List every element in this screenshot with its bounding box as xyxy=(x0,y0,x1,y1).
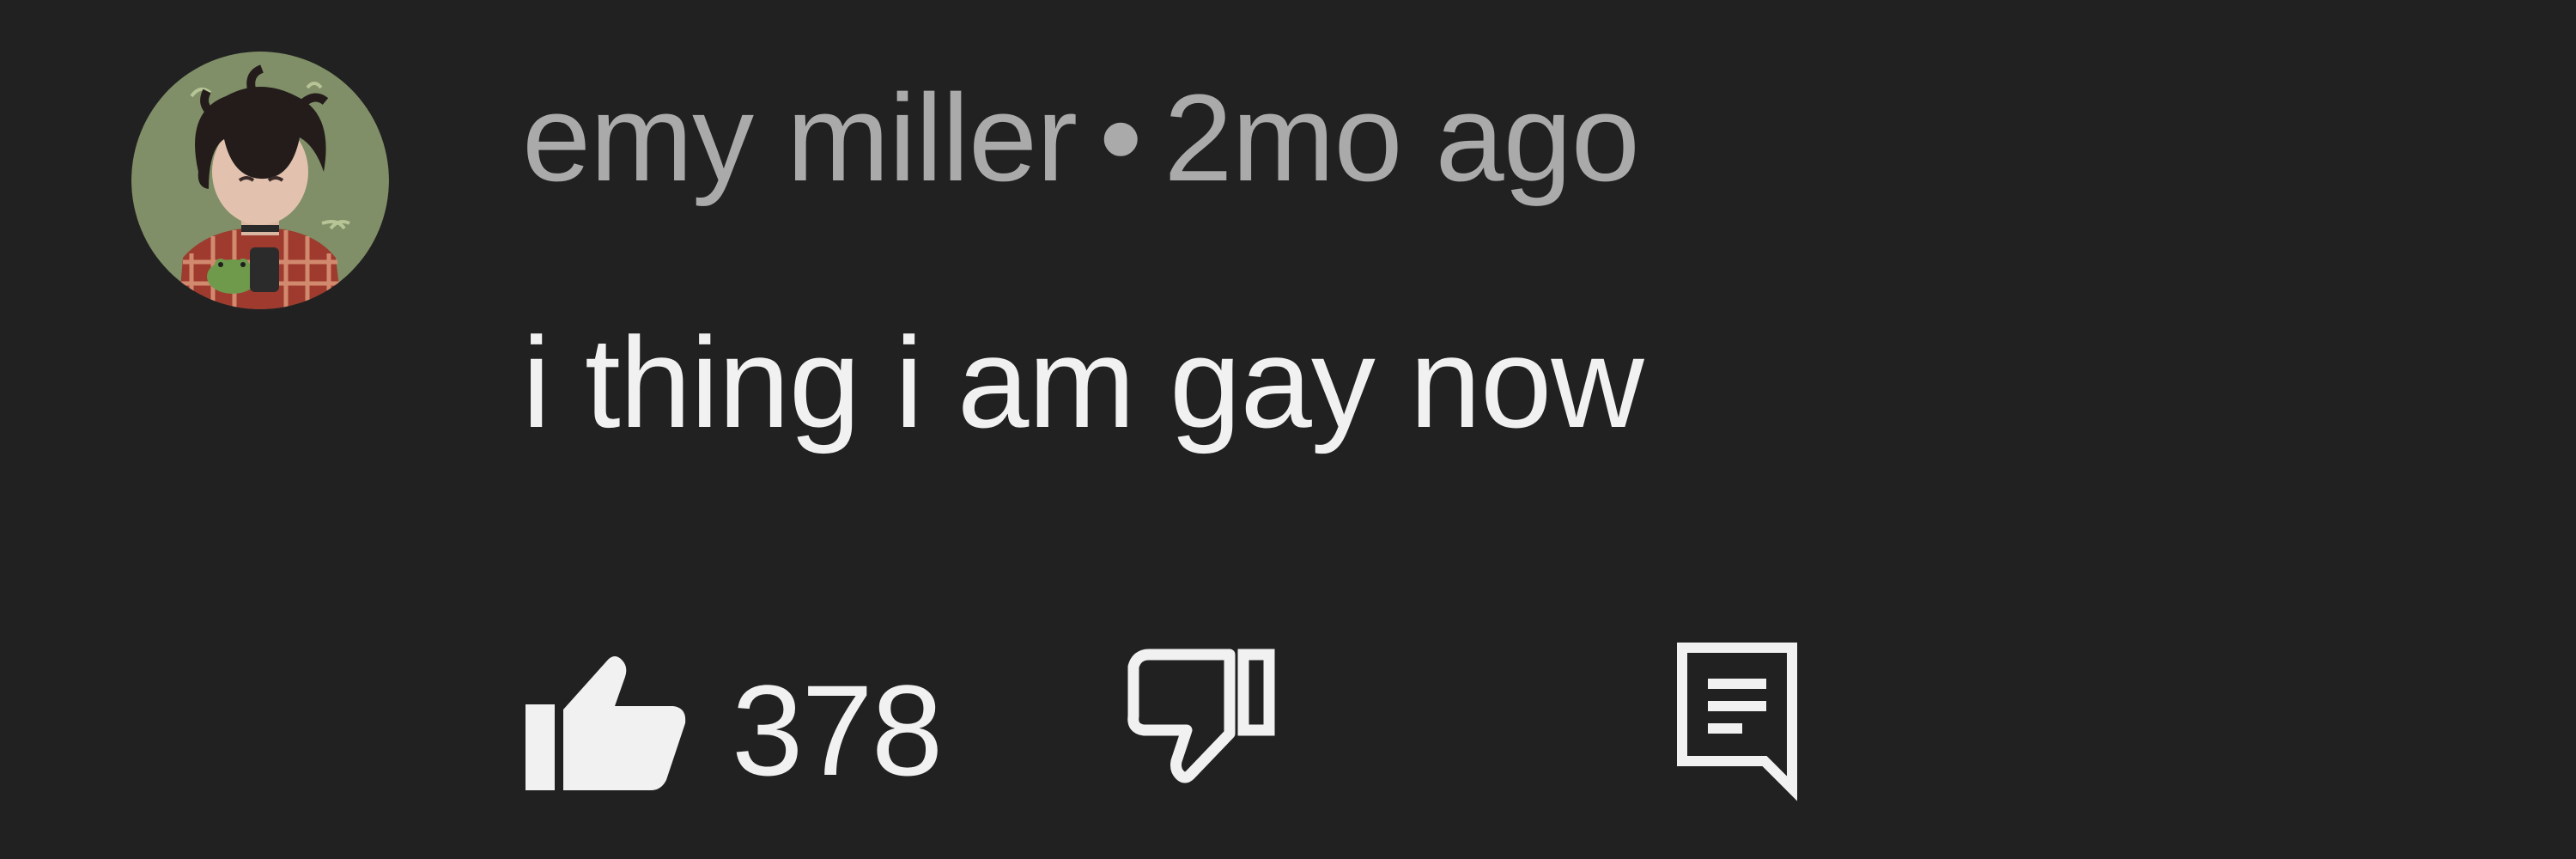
meta-separator: • xyxy=(1099,69,1142,207)
avatar-illustration xyxy=(131,52,389,309)
author-avatar[interactable] xyxy=(131,52,389,309)
like-button[interactable] xyxy=(526,651,689,797)
reply-comment-icon xyxy=(1677,643,1797,801)
comment-item: emy miller • 2mo ago i thing i am gay now … xyxy=(0,0,2576,859)
comment-text: i thing i am gay now xyxy=(522,310,1644,454)
like-count: 378 xyxy=(732,658,943,802)
dislike-button[interactable] xyxy=(1125,646,1288,792)
reply-button[interactable] xyxy=(1670,636,1833,803)
thumbs-down-icon xyxy=(1127,649,1275,783)
thumbs-up-icon xyxy=(526,656,686,790)
comment-action-bar: 378 xyxy=(515,636,1889,807)
comment-timestamp[interactable]: 2mo ago xyxy=(1163,69,1639,207)
author-name[interactable]: emy miller xyxy=(522,69,1078,207)
comment-header: emy miller • 2mo ago xyxy=(522,74,1640,203)
